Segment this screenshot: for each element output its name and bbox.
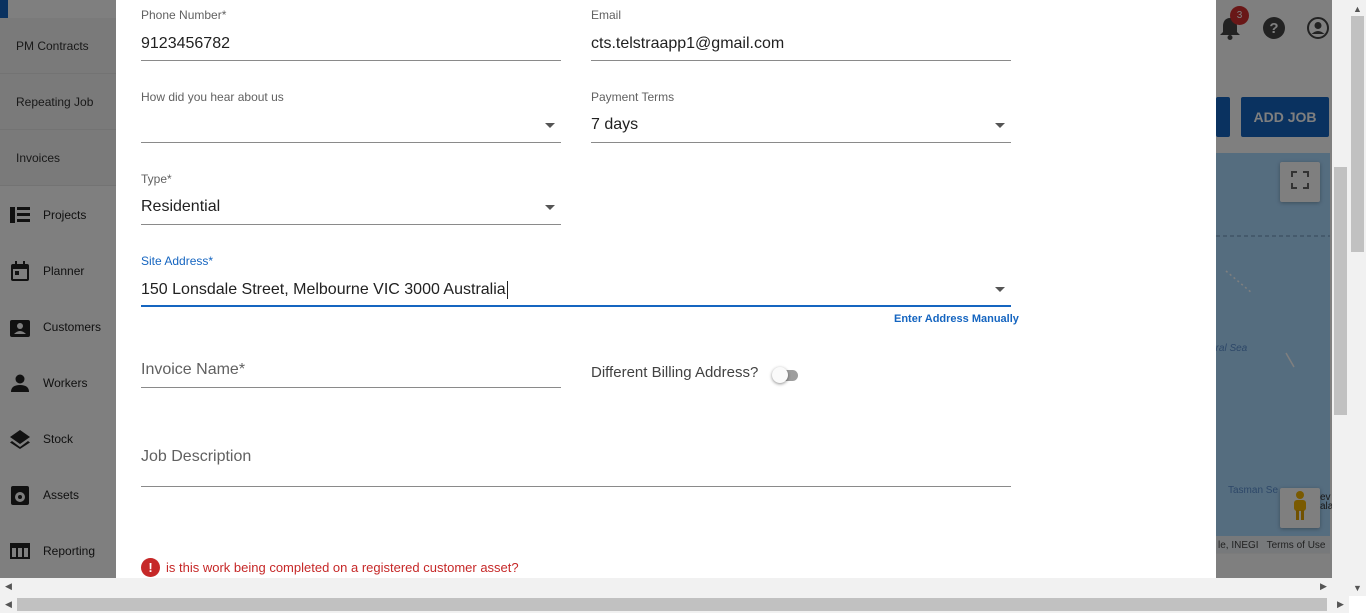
page-horizontal-scrollbar[interactable]: ◀ ▶ [0,596,1349,613]
billing-address-label: Different Billing Address? [591,364,759,381]
phone-number-field[interactable]: Phone Number* 9123456782 [141,8,561,61]
job-description-placeholder: Job Description [141,448,252,465]
chevron-down-icon[interactable] [545,123,555,128]
site-address-input[interactable]: Site Address* 150 Lonsdale Street, Melbo… [141,254,1011,307]
hear-about-us-select[interactable]: How did you hear about us [141,90,561,143]
scroll-left-arrow[interactable]: ◀ [0,596,17,613]
scroll-right-arrow[interactable]: ▶ [1315,578,1332,595]
site-address-value[interactable]: 150 Lonsdale Street, Melbourne VIC 3000 … [141,281,508,299]
type-value: Residential [141,198,221,215]
inner-horizontal-scrollbar[interactable]: ◀ ▶ [0,578,1332,596]
page-vertical-scrollbar[interactable]: ▲ ▼ [1349,0,1366,596]
toggle-thumb [772,367,788,383]
phone-number-value[interactable]: 9123456782 [141,35,230,53]
enter-address-manually-link[interactable]: Enter Address Manually [894,313,1019,325]
payment-terms-select[interactable]: Payment Terms 7 days [591,90,1011,143]
field-underline [591,60,1011,61]
field-underline [141,486,1011,487]
chevron-down-icon[interactable] [995,123,1005,128]
field-underline [591,142,1011,143]
scrollbar-thumb[interactable] [1334,167,1347,415]
scrollbar-thumb[interactable] [17,598,1327,611]
scrollbar-thumb[interactable] [1351,16,1364,252]
invoice-name-input[interactable]: Invoice Name* [141,360,561,389]
scroll-right-arrow[interactable]: ▶ [1332,596,1349,613]
field-underline [141,60,561,61]
scroll-left-arrow[interactable]: ◀ [0,578,17,595]
chevron-down-icon[interactable] [545,205,555,210]
payment-terms-value: 7 days [591,116,639,133]
email-label: Email [591,8,622,22]
inner-vertical-scrollbar[interactable] [1332,0,1349,596]
site-address-label: Site Address* [141,254,214,268]
job-description-input[interactable]: Job Description [141,447,1011,487]
different-billing-address-toggle[interactable] [772,367,800,383]
scroll-down-arrow[interactable]: ▼ [1349,579,1366,596]
hear-about-us-label: How did you hear about us [141,90,284,104]
asset-warning-text: is this work being completed on a regist… [166,560,519,575]
email-value[interactable]: cts.telstraapp1@gmail.com [591,35,784,53]
field-underline [141,142,561,143]
scroll-up-arrow[interactable]: ▲ [1349,0,1366,17]
type-label: Type* [141,172,172,186]
payment-terms-label: Payment Terms [591,90,675,104]
field-underline [141,387,561,388]
email-field[interactable]: Email cts.telstraapp1@gmail.com [591,8,1011,61]
asset-warning: ! is this work being completed on a regi… [141,558,519,577]
error-icon: ! [141,558,160,577]
phone-number-label: Phone Number* [141,8,227,22]
invoice-name-placeholder: Invoice Name* [141,361,246,378]
type-select[interactable]: Type* Residential [141,172,561,225]
chevron-down-icon[interactable] [995,287,1005,292]
field-underline [141,224,561,225]
create-job-dialog: Phone Number* 9123456782 Email cts.telst… [116,0,1216,578]
field-underline-focused [141,305,1011,307]
